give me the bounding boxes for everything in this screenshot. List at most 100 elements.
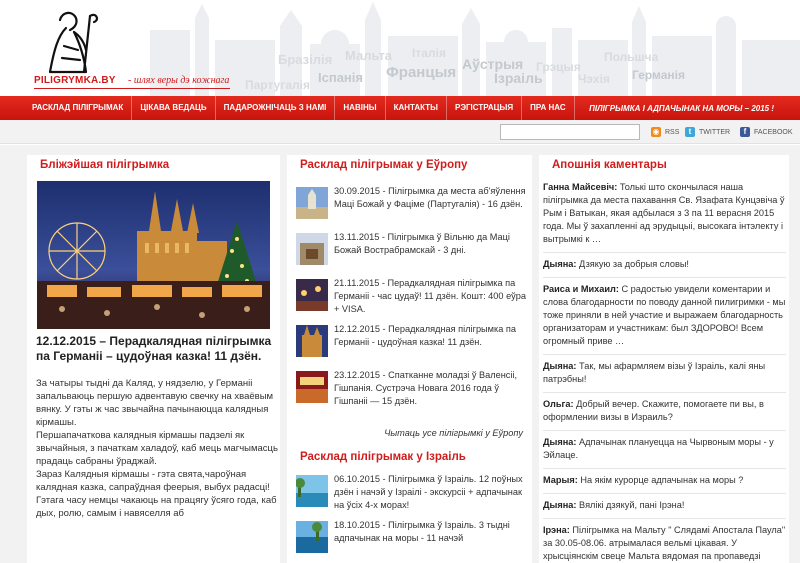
pilgrimage-schedule-panel: Расклад пілігрымак у Еўропу 30.09.2015 -…: [287, 155, 532, 563]
list-item[interactable]: 12.12.2015 - Перадкалядная пілігрымка па…: [296, 323, 526, 369]
divider: [543, 468, 786, 469]
comment-text[interactable]: На якім курорце адпачынак на моры ?: [580, 475, 743, 485]
trip-thumbnail[interactable]: [296, 325, 328, 357]
comment-text[interactable]: Вялікі дзякуй, пані Ірэна!: [579, 500, 684, 510]
country-label[interactable]: Партугалія: [245, 78, 310, 92]
comment-author[interactable]: Ганна Майсевіч:: [543, 182, 617, 192]
logo-underline: [34, 88, 230, 89]
trip-thumbnail[interactable]: [296, 187, 328, 219]
site-logo-text[interactable]: PILIGRYMKA.BY: [34, 75, 116, 86]
comment-author[interactable]: Раиса и Михаил:: [543, 284, 619, 294]
list-item[interactable]: 21.11.2015 - Перадкалядная пілігрымка па…: [296, 277, 526, 323]
divider: [543, 277, 786, 278]
all-europe-link[interactable]: Чытаць усе пілігрымкі у Еўропу: [384, 428, 523, 438]
facebook-link[interactable]: f FACEBOOK: [740, 126, 793, 138]
trip-link[interactable]: 06.10.2015 - Пілігрымка ў Ізраіль. 12 по…: [334, 473, 526, 512]
nav-item-interesting[interactable]: ЦІКАВА ВЕДАЦЬ: [132, 96, 216, 120]
latest-comments-panel: Апошнія каментары Ганна Майсевіч: Толькі…: [539, 155, 789, 563]
site-header: Бразілія Мальта Італія Аўстрыя Грэцыя По…: [0, 0, 800, 96]
comment-item: Ганна Майсевіч: Толькі што скончылася на…: [543, 181, 786, 246]
rss-icon: ◉: [651, 127, 661, 137]
nav-item-contacts[interactable]: КАНТАКТЫ: [386, 96, 447, 120]
trip-thumbnail[interactable]: [296, 475, 328, 507]
trip-link[interactable]: 13.11.2015 - Пілігрымка ў Вільню да Маці…: [334, 231, 526, 257]
trip-link[interactable]: 30.09.2015 - Пілігрымка да места аб'яўле…: [334, 185, 526, 211]
nav-item-registration[interactable]: РЭГІСТРАЦЫЯ: [447, 96, 523, 120]
nav-promo-link[interactable]: ПІЛІГРЫМКА І АДПАЧЫНАК НА МОРЫ – 2015 !: [589, 104, 800, 113]
divider: [543, 252, 786, 253]
trip-link[interactable]: 23.12.2015 - Спатканне моладзі ў Валенсі…: [334, 369, 526, 408]
rss-link[interactable]: ◉ RSS: [651, 126, 679, 138]
country-label[interactable]: Германія: [632, 68, 685, 82]
nearest-pilgrimage-panel: Бліжэйшая пілігрымка 12.12.2015 – Перадк…: [27, 155, 280, 563]
trip-thumbnail[interactable]: [296, 279, 328, 311]
comment-item: Ольга: Добрый вечер. Скажите, помогаете …: [543, 398, 786, 424]
featured-headline[interactable]: 12.12.2015 – Перадкалядная пілігрымка па…: [36, 334, 276, 364]
rss-label: RSS: [665, 128, 680, 136]
israel-schedule-title: Расклад пілігрымак у Ізраіль: [300, 451, 466, 463]
trip-link[interactable]: 12.12.2015 - Перадкалядная пілігрымка па…: [334, 323, 526, 349]
divider: [543, 354, 786, 355]
divider: [543, 430, 786, 431]
site-slogan: - шлях веры дэ кожнага: [128, 75, 230, 86]
country-label[interactable]: Мальта: [345, 48, 392, 63]
comment-author[interactable]: Дыяна:: [543, 437, 576, 447]
pilgrim-logo-icon[interactable]: [40, 6, 100, 76]
country-label[interactable]: Чэхія: [578, 72, 610, 86]
divider: [543, 518, 786, 519]
trip-link[interactable]: 18.10.2015 - Пілігрымка ў Ізраіль. 3 тыд…: [334, 519, 526, 545]
comment-author[interactable]: Дыяна:: [543, 259, 576, 269]
country-label[interactable]: Францыя: [386, 64, 456, 81]
comment-author[interactable]: Ірэна:: [543, 525, 570, 535]
nav-item-travel-with-us[interactable]: ПАДАРОЖНІЧАЦЬ З НАМІ: [216, 96, 336, 120]
country-label[interactable]: Польшча: [604, 50, 658, 64]
comment-author[interactable]: Ольга:: [543, 399, 574, 409]
featured-paragraph: Першапачаткова калядныя кірмашы падзелі …: [36, 430, 278, 467]
search-input[interactable]: [500, 124, 640, 140]
featured-paragraph: Зараз Калядныя кірмашы - гэта свята,чаро…: [36, 469, 277, 519]
comment-text[interactable]: Адпачынак плануецца на Чырвоным моры - у…: [543, 437, 774, 460]
list-item[interactable]: 13.11.2015 - Пілігрымка ў Вільню да Маці…: [296, 231, 526, 277]
nav-item-about[interactable]: ПРА НАС: [522, 96, 575, 120]
comment-item: Дыяна: Так, мы афармляем візы ў Ізраіль,…: [543, 360, 786, 386]
main-content: Бліжэйшая пілігрымка 12.12.2015 – Перадк…: [0, 145, 800, 563]
country-label[interactable]: Ізраіль: [494, 70, 543, 86]
comment-item: Дыяна: Дзякую за добрыя словы!: [543, 258, 786, 271]
country-label[interactable]: Італія: [412, 46, 446, 60]
nav-item-news[interactable]: НАВІНЫ: [335, 96, 386, 120]
facebook-label: FACEBOOK: [754, 128, 793, 136]
twitter-icon: t: [685, 127, 695, 137]
featured-body: За чатыры тыдні да Каляд, у нядзелю, у Г…: [36, 377, 278, 520]
comment-item: Дыяна: Вялікі дзякуй, пані Ірэна!: [543, 499, 786, 512]
comment-author[interactable]: Дыяна:: [543, 500, 576, 510]
comment-text[interactable]: Пілігрымка на Мальту " Слядамі Апостала …: [543, 525, 785, 561]
divider: [543, 493, 786, 494]
list-item[interactable]: 30.09.2015 - Пілігрымка да места аб'яўле…: [296, 185, 526, 231]
trip-thumbnail[interactable]: [296, 233, 328, 265]
trip-thumbnail[interactable]: [296, 521, 328, 553]
list-item[interactable]: 18.10.2015 - Пілігрымка ў Ізраіль. 3 тыд…: [296, 519, 526, 563]
twitter-link[interactable]: t TWITTER: [685, 126, 730, 138]
nav-item-schedule[interactable]: РАСКЛАД ПІЛІГРЫМАК: [0, 96, 133, 120]
list-item[interactable]: 23.12.2015 - Спатканне моладзі ў Валенсі…: [296, 369, 526, 415]
twitter-label: TWITTER: [699, 128, 731, 136]
comment-author[interactable]: Марыя:: [543, 475, 578, 485]
christmas-market-photo[interactable]: [37, 181, 270, 329]
toolbar: ◉ RSS t TWITTER f FACEBOOK: [0, 120, 800, 144]
featured-paragraph: За чатыры тыдні да Каляд, у нядзелю, у Г…: [36, 378, 274, 428]
main-navigation: РАСКЛАД ПІЛІГРЫМАК ЦІКАВА ВЕДАЦЬ ПАДАРОЖ…: [0, 96, 800, 120]
list-item[interactable]: 06.10.2015 - Пілігрымка ў Ізраіль. 12 по…: [296, 473, 526, 519]
comment-text[interactable]: Дзякую за добрыя словы!: [579, 259, 689, 269]
comment-text[interactable]: Так, мы афармляем візы ў Ізраіль, калі я…: [543, 361, 765, 384]
europe-schedule-title: Расклад пілігрымак у Еўропу: [300, 159, 468, 171]
country-label[interactable]: Бразілія: [278, 52, 332, 67]
trip-thumbnail[interactable]: [296, 371, 328, 403]
comments-list: Ганна Майсевіч: Толькі што скончылася на…: [543, 181, 786, 563]
comment-author[interactable]: Дыяна:: [543, 361, 576, 371]
trip-link[interactable]: 21.11.2015 - Перадкалядная пілігрымка па…: [334, 277, 526, 316]
nearest-pilgrimage-title: Бліжэйшая пілігрымка: [40, 159, 170, 171]
country-label[interactable]: Іспанія: [318, 70, 363, 85]
comment-item: Дыяна: Адпачынак плануецца на Чырвоным м…: [543, 436, 786, 462]
comment-text[interactable]: Добрый вечер. Скажите, помогаете пи вы, …: [543, 399, 764, 422]
comment-item: Марыя: На якім курорце адпачынак на моры…: [543, 474, 786, 487]
